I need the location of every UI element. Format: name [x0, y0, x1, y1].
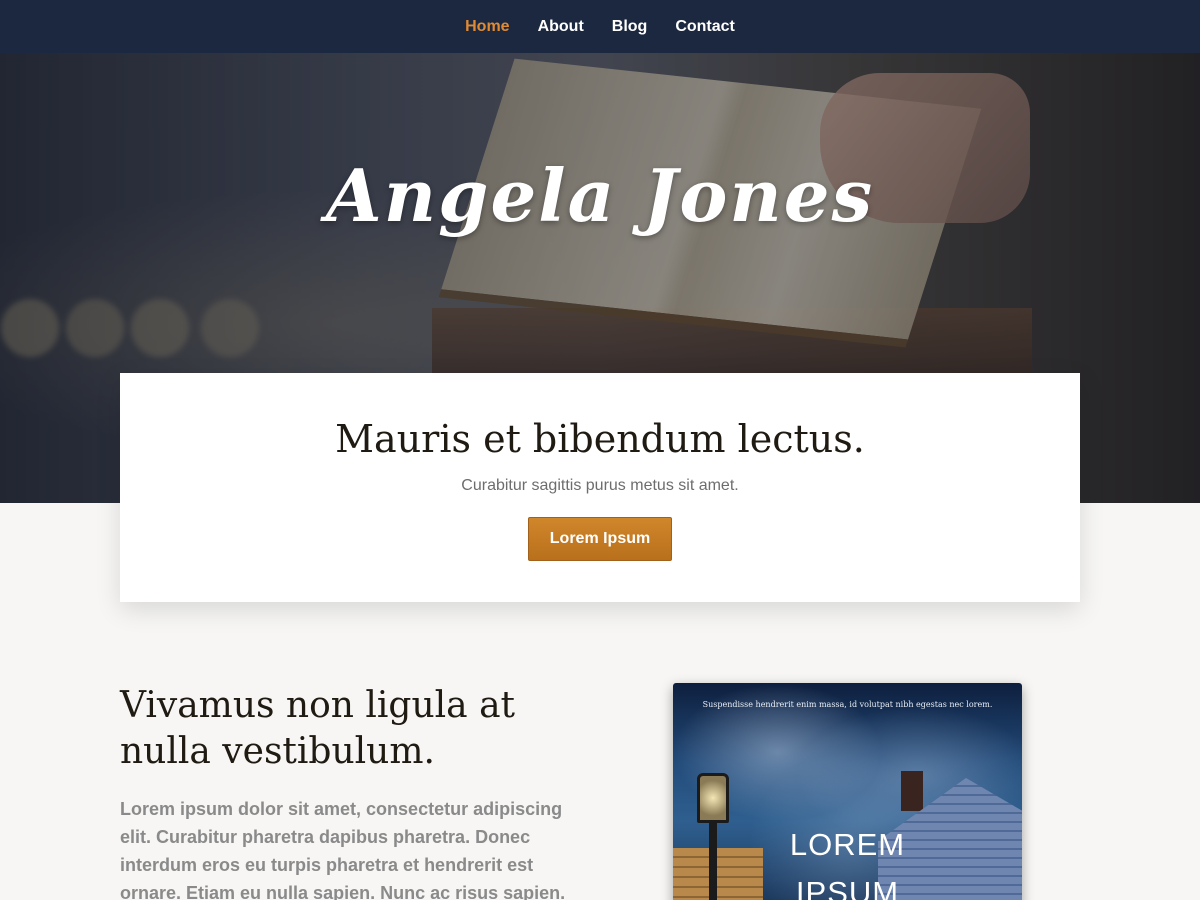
callout-card: Mauris et bibendum lectus. Curabitur sag… [120, 373, 1080, 602]
top-nav: Home About Blog Contact [0, 0, 1200, 53]
nav-item-contact[interactable]: Contact [675, 18, 735, 36]
callout-heading: Mauris et bibendum lectus. [335, 417, 865, 461]
cover-chimney [901, 771, 923, 811]
section-title: Vivamus non ligula at nulla vestibulum. [120, 685, 516, 772]
callout-subheading: Curabitur sagittis purus metus sit amet. [461, 477, 739, 494]
nav-item-about[interactable]: About [538, 18, 584, 36]
nav-item-home[interactable]: Home [465, 18, 509, 36]
street-lamp-icon [697, 773, 729, 823]
cover-title: LOREM IPSUM [673, 821, 1022, 900]
section-body: Lorem ipsum dolor sit amet, consectetur … [120, 799, 566, 900]
nav-item-blog[interactable]: Blog [612, 18, 648, 36]
lorem-ipsum-button[interactable]: Lorem Ipsum [528, 517, 672, 561]
cover-tagline: Suspendisse hendrerit enim massa, id vol… [702, 700, 993, 709]
site-title: Angela Jones [325, 153, 875, 238]
cover-title-line1: LOREM [789, 827, 906, 862]
book-cover-image[interactable]: Suspendisse hendrerit enim massa, id vol… [673, 683, 1022, 900]
cover-title-line2: IPSUM [795, 875, 900, 900]
